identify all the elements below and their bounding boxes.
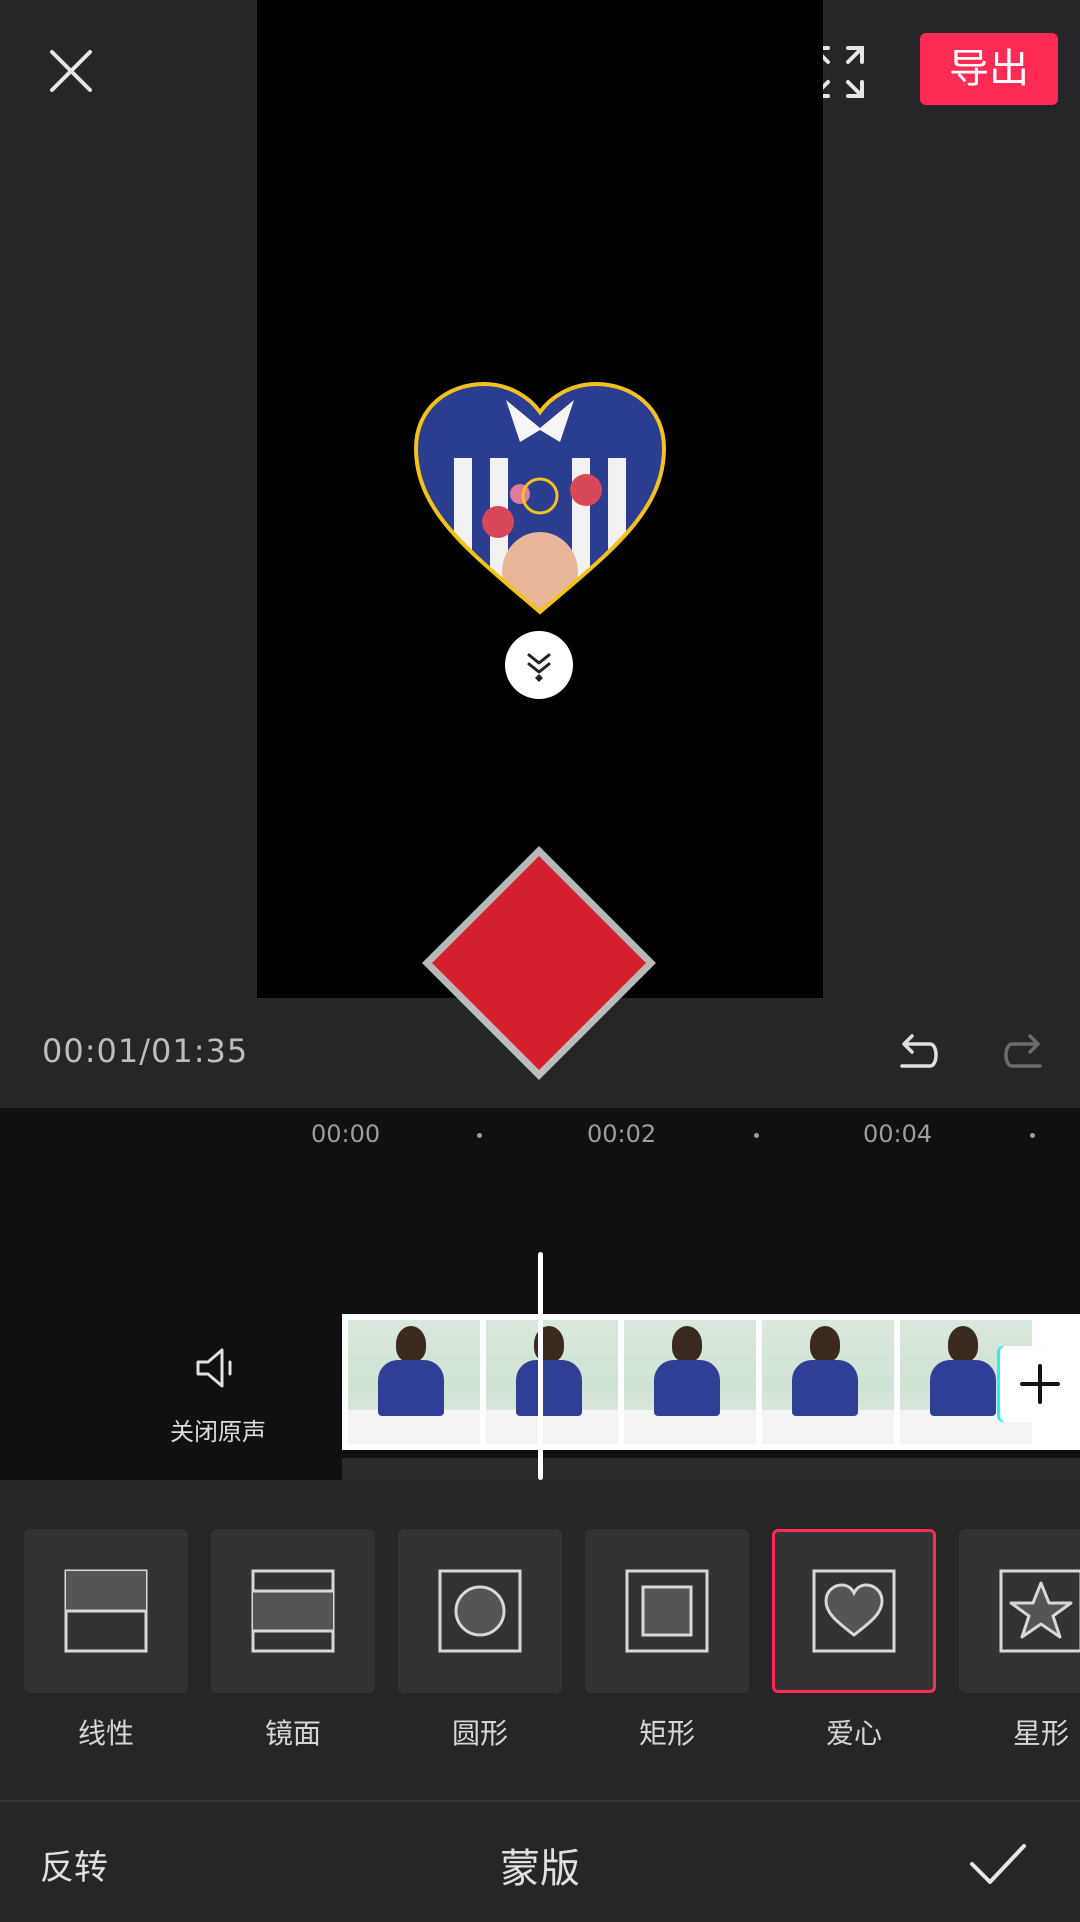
mute-original-audio-button[interactable] — [0, 1310, 342, 1480]
confirm-button[interactable] — [968, 1838, 1028, 1890]
video-track[interactable] — [342, 1314, 1080, 1450]
mask-label-heart: 爱心 — [825, 1717, 882, 1750]
ruler-tick — [1030, 1133, 1035, 1138]
export-button[interactable]: 导出 — [920, 33, 1058, 105]
speaker-icon — [196, 1348, 232, 1388]
playback-time: 00:01/01:35 — [42, 1032, 249, 1070]
redo-icon — [1004, 1034, 1042, 1068]
audio-track — [342, 1458, 1080, 1480]
redo-button[interactable] — [1000, 1028, 1050, 1078]
mask-label-mirror: 镜面 — [264, 1717, 321, 1750]
heart-mask-icon — [812, 1569, 896, 1653]
playhead[interactable] — [538, 1252, 543, 1480]
mask-label-circle: 圆形 — [451, 1717, 508, 1750]
undo-icon — [900, 1034, 938, 1068]
circle-mask-icon — [438, 1569, 522, 1653]
add-clip-button[interactable] — [1000, 1346, 1080, 1422]
star-mask-icon — [999, 1569, 1080, 1653]
mask-option-mirror[interactable] — [211, 1529, 375, 1693]
double-chevron-down-icon — [527, 653, 551, 682]
clip-thumbnail — [486, 1320, 618, 1444]
rectangle-mask-icon — [625, 1569, 709, 1653]
check-icon — [970, 1844, 1026, 1884]
close-button[interactable] — [40, 40, 102, 102]
plus-icon — [1020, 1364, 1060, 1404]
mask-feather-handle[interactable] — [505, 631, 573, 699]
watermark-logo — [422, 846, 656, 1080]
ruler-label: 00:02 — [587, 1120, 657, 1148]
linear-mask-icon — [64, 1569, 148, 1653]
close-icon — [50, 50, 92, 92]
undo-button[interactable] — [892, 1028, 942, 1078]
ruler-label: 00:00 — [311, 1120, 381, 1148]
ruler-label: 00:04 — [863, 1120, 933, 1148]
mask-label-rectangle: 矩形 — [638, 1717, 695, 1750]
clip-thumbnail — [762, 1320, 894, 1444]
mask-option-heart[interactable] — [772, 1529, 936, 1693]
ruler-tick — [477, 1133, 482, 1138]
heart-mask-overlay[interactable] — [410, 382, 670, 618]
mirror-mask-icon — [251, 1569, 335, 1653]
mask-label-linear: 线性 — [77, 1717, 134, 1750]
panel-title: 蒙版 — [500, 1846, 580, 1892]
mask-option-rectangle[interactable] — [585, 1529, 749, 1693]
ruler-tick — [754, 1133, 759, 1138]
mask-label-star: 星形 — [1012, 1717, 1069, 1750]
clip-thumbnail — [624, 1320, 756, 1444]
mask-option-circle[interactable] — [398, 1529, 562, 1693]
clip-thumbnail — [348, 1320, 480, 1444]
mask-option-star[interactable] — [959, 1529, 1080, 1693]
mask-option-linear[interactable] — [24, 1529, 188, 1693]
